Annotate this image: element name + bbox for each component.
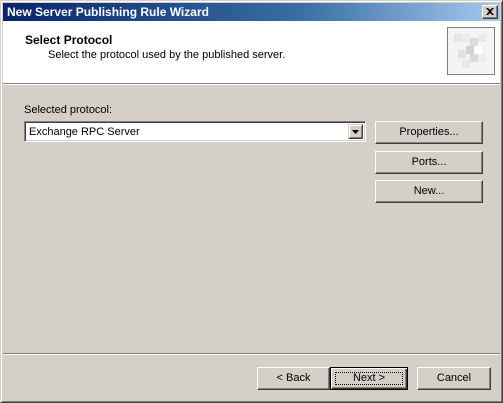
next-button[interactable]: Next > [330, 367, 408, 390]
ports-button-label: Ports... [411, 156, 447, 168]
page-title: Select Protocol [25, 33, 113, 47]
page-subtitle: Select the protocol used by the publishe… [48, 49, 286, 61]
footer-separator [3, 353, 500, 355]
wizard-header: Select Protocol Select the protocol used… [3, 21, 500, 83]
chevron-down-icon [352, 130, 359, 134]
wizard-dialog: New Server Publishing Rule Wizard Select… [0, 0, 503, 403]
selected-protocol-label: Selected protocol: [24, 103, 112, 117]
cancel-button-label: Cancel [436, 372, 472, 384]
properties-button[interactable]: Properties... [375, 121, 483, 144]
cancel-button[interactable]: Cancel [417, 367, 491, 390]
close-button[interactable] [482, 5, 498, 19]
header-separator [3, 83, 500, 85]
back-button[interactable]: < Back [257, 367, 330, 390]
new-button-label: New... [413, 185, 445, 197]
properties-button-label: Properties... [399, 126, 459, 138]
selected-protocol-label-text: Selected protocol: [24, 104, 113, 116]
close-icon [486, 8, 494, 15]
new-button[interactable]: New... [375, 180, 483, 203]
ports-button[interactable]: Ports... [375, 151, 483, 174]
window-title: New Server Publishing Rule Wizard [7, 5, 209, 19]
wizard-banner-icon [447, 27, 495, 75]
protocol-dropdown[interactable]: Exchange RPC Server [24, 121, 366, 142]
protocol-dropdown-value: Exchange RPC Server [29, 126, 140, 138]
dropdown-arrow-button[interactable] [348, 124, 363, 139]
next-button-label: Next > [352, 372, 386, 384]
back-button-label: < Back [276, 372, 311, 384]
title-bar[interactable]: New Server Publishing Rule Wizard [3, 3, 500, 21]
